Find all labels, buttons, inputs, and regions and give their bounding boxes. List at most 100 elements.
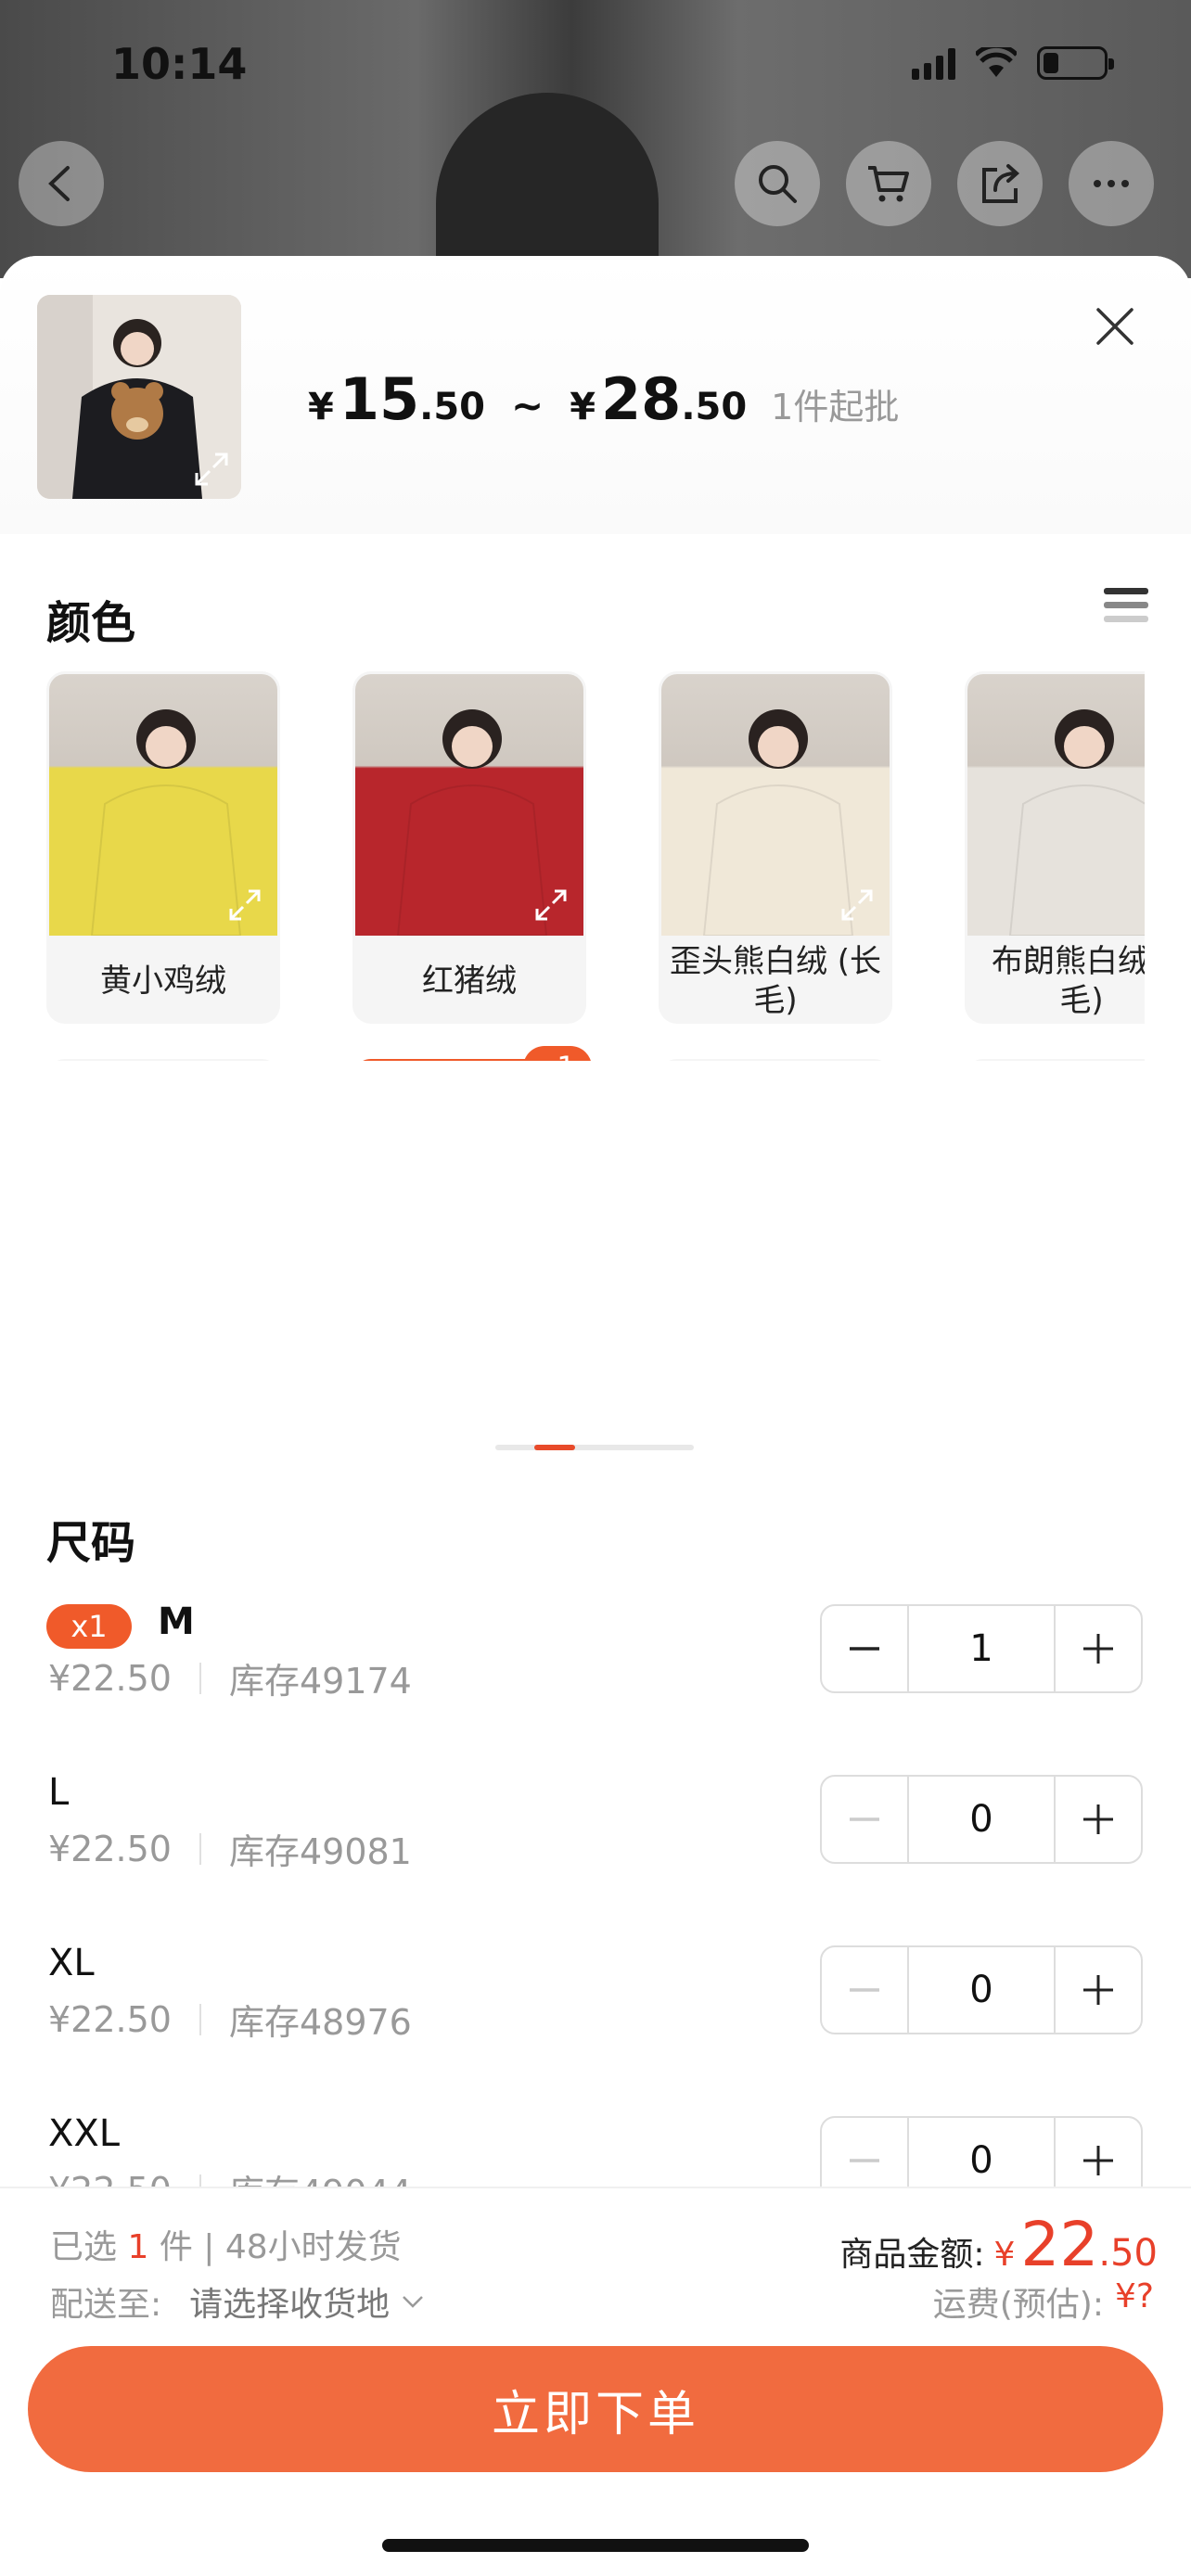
expand-icon[interactable] [225, 886, 264, 925]
home-indicator [382, 2539, 809, 2552]
decrement-button[interactable] [822, 1606, 907, 1691]
cart-icon [868, 166, 909, 202]
color-option-card[interactable]: 字母豹粉绒 [46, 1059, 280, 1061]
total-int: 22 [1020, 2209, 1099, 2280]
size-section-title: 尺码 [46, 1517, 136, 1569]
size-row: L ¥22.50 库存49081 0 [0, 1771, 1191, 1919]
quantity-stepper: 1 [820, 1604, 1143, 1693]
color-option-card[interactable]: 布朗熊黑绒 (长 毛) [659, 1059, 892, 1061]
minus-icon [850, 1647, 879, 1651]
price-low-int: 15 [339, 365, 420, 433]
expand-icon [195, 453, 228, 486]
quantity-value[interactable]: 1 [907, 1606, 1056, 1691]
price-separator: ~ [510, 383, 544, 428]
sheet-header: ¥ 15 .50 ~ ¥ 28 .50 1件起批 [0, 256, 1191, 534]
more-icon [1094, 180, 1129, 187]
plus-icon [1083, 2146, 1113, 2175]
color-option-photo [967, 674, 1145, 937]
quantity-stepper: 0 [820, 1775, 1143, 1864]
plus-icon [1083, 1975, 1113, 2005]
minus-icon [850, 1817, 879, 1821]
meta-divider [198, 1832, 201, 1865]
size-stock: 库存48976 [228, 2002, 412, 2043]
increment-button[interactable] [1056, 1606, 1141, 1691]
size-meta: ¥22.50 库存49174 [48, 1652, 412, 1703]
plus-icon [1083, 1634, 1113, 1664]
color-option-card[interactable]: 歪头熊白绒 (长 毛) [659, 671, 892, 1024]
place-order-button[interactable]: 立即下单 [28, 2346, 1163, 2472]
color-option-label: 黄小鸡绒 [100, 963, 226, 1000]
color-option-card[interactable]: 布朗熊白绒 ( 毛) [965, 671, 1145, 1024]
back-button[interactable] [19, 141, 104, 226]
total-dec: .50 [1098, 2232, 1158, 2275]
color-option-card[interactable]: 红猪绒 [352, 671, 586, 1024]
product-thumbnail[interactable] [37, 295, 241, 499]
list-view-icon[interactable] [1104, 588, 1148, 632]
min-order-text: 1件起批 [771, 387, 900, 427]
size-price: ¥22.50 [48, 1657, 172, 1699]
quantity-value[interactable]: 0 [907, 1777, 1056, 1862]
increment-button[interactable] [1056, 1777, 1141, 1862]
size-meta: ¥22.50 库存48976 [48, 1994, 412, 2045]
freight-value: ¥? [1114, 2277, 1154, 2315]
ship-to-selector[interactable]: 配送至: 请选择收货地 [50, 2277, 427, 2326]
size-price: ¥22.50 [48, 1998, 172, 2040]
meta-divider [198, 1662, 201, 1694]
expand-icon[interactable] [838, 886, 877, 925]
quantity-stepper: 0 [820, 1945, 1143, 2034]
freight-estimate: 运费(预估): ¥? [933, 2277, 1154, 2326]
color-options-grid: 黄小鸡绒红猪绒歪头熊白绒 (长 毛)布朗熊白绒 ( 毛)字母豹粉绒歪头熊黑绒 (… [46, 671, 1145, 1061]
size-name: XXL [48, 2112, 121, 2155]
price-currency: ¥ [308, 386, 334, 428]
price-high-dec: .50 [681, 386, 748, 428]
size-stock: 库存49174 [228, 1661, 412, 1702]
size-stock: 库存49081 [228, 1831, 412, 1872]
total-amount: 商品金额: ¥ 22 .50 [839, 2209, 1158, 2280]
size-meta: ¥22.50 库存49081 [48, 1823, 412, 1874]
search-button[interactable] [735, 141, 820, 226]
minus-icon [850, 1988, 879, 1992]
color-option-label: 歪头熊白绒 (长 毛) [669, 943, 882, 1019]
signal-icon [912, 46, 955, 80]
size-row: x1 M ¥22.50 库存49174 1 [0, 1600, 1191, 1749]
price-range: ¥ 15 .50 ~ ¥ 28 .50 1件起批 [308, 365, 899, 433]
color-option-label: 布朗熊白绒 ( 毛) [991, 943, 1145, 1019]
color-scroll-indicator [495, 1445, 694, 1450]
size-count-badge: x1 [46, 1604, 132, 1649]
wifi-icon [974, 43, 1018, 79]
expand-icon[interactable] [531, 886, 570, 925]
color-option-card[interactable]: 黄小鸡绒 [46, 671, 280, 1024]
ship-to-address: 请选择收货地 [189, 2286, 391, 2324]
status-time: 10:14 [111, 39, 248, 89]
close-icon[interactable] [1093, 304, 1137, 349]
size-name: L [48, 1771, 70, 1814]
search-icon [759, 165, 797, 203]
quantity-value[interactable]: 0 [907, 1947, 1056, 2033]
chevron-down-icon [403, 2296, 424, 2308]
color-option-card[interactable]: 英文史努比 [965, 1059, 1145, 1061]
more-button[interactable] [1069, 141, 1154, 226]
status-icons [912, 43, 1114, 80]
increment-button[interactable] [1056, 1947, 1141, 2033]
size-name: XL [48, 1942, 95, 1984]
chevron-left-icon [48, 166, 70, 201]
color-option-label: 红猪绒 [422, 963, 517, 1000]
share-icon [982, 164, 1020, 203]
freight-label: 运费(预估): [932, 2286, 1104, 2324]
decrement-button[interactable] [822, 1777, 907, 1862]
decrement-button[interactable] [822, 1947, 907, 2033]
cart-button[interactable] [846, 141, 931, 226]
selected-suffix: 件 | 48小时发货 [159, 2228, 402, 2266]
total-currency: ¥ [993, 2236, 1016, 2274]
share-button[interactable] [957, 141, 1043, 226]
size-price: ¥22.50 [48, 1828, 172, 1869]
selected-summary: 已选 1 件 | 48小时发货 [50, 2220, 402, 2268]
total-label: 商品金额: [839, 2236, 985, 2274]
selected-count: 1 [127, 2228, 149, 2266]
meta-divider [198, 2003, 201, 2035]
selected-count-badge: x1 [523, 1046, 592, 1061]
selected-prefix: 已选 [50, 2228, 118, 2266]
expand-icon[interactable] [1144, 886, 1145, 925]
battery-icon [1037, 46, 1114, 80]
price-low-dec: .50 [419, 386, 485, 428]
